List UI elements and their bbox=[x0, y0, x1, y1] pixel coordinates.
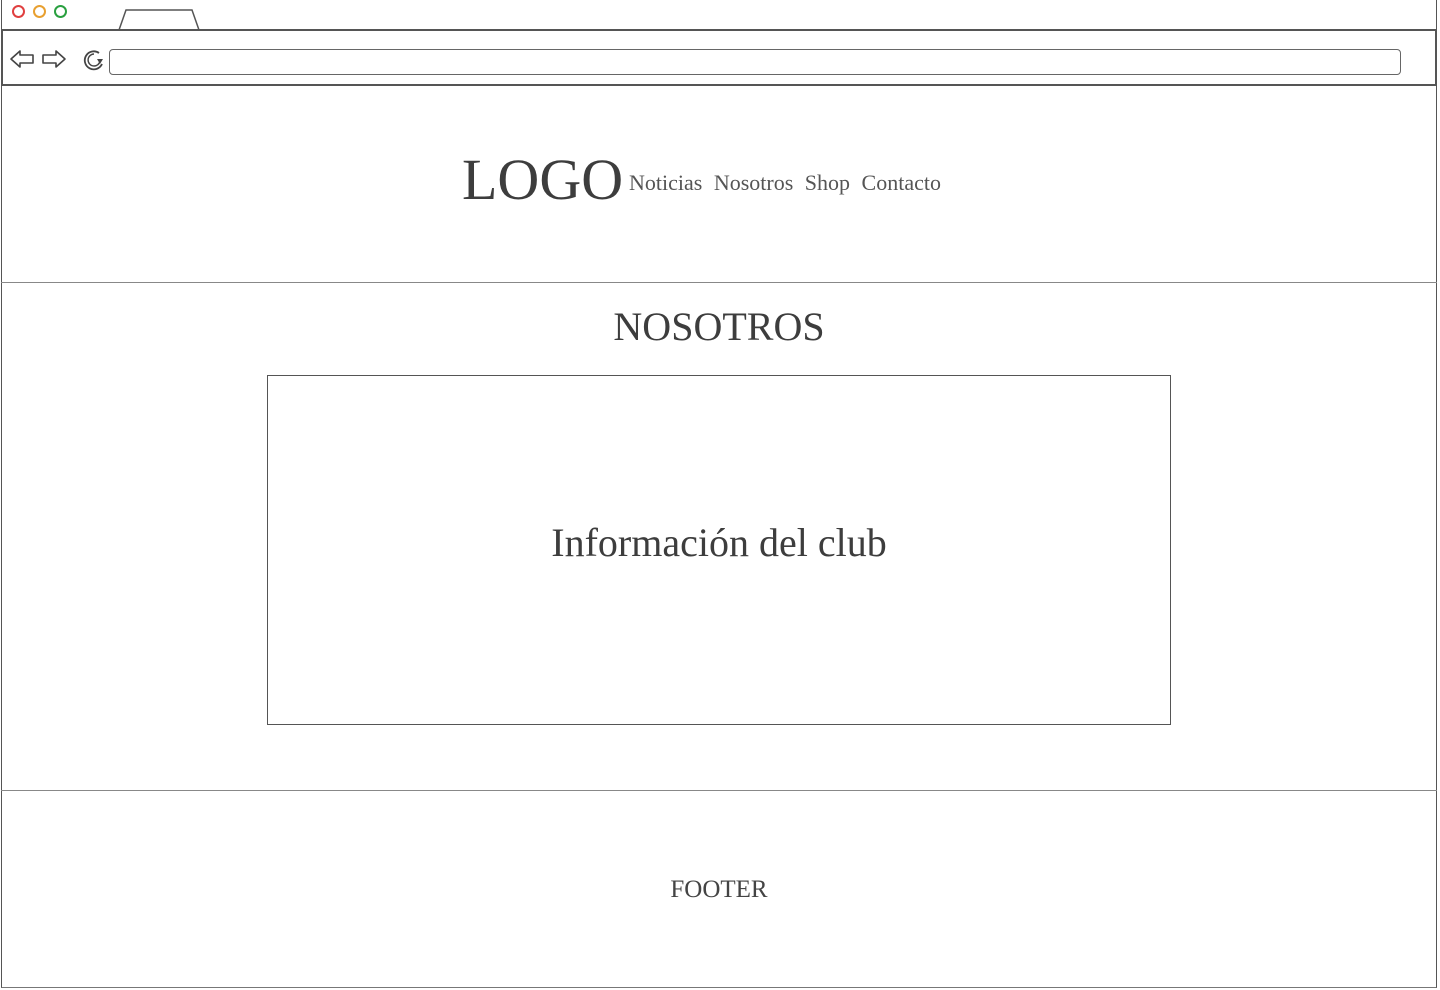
minimize-window-icon[interactable] bbox=[33, 5, 46, 18]
nav-item-nosotros[interactable]: Nosotros bbox=[714, 170, 793, 195]
nav-item-shop[interactable]: Shop bbox=[805, 170, 850, 195]
address-bar[interactable] bbox=[109, 49, 1401, 75]
site-logo[interactable]: LOGO bbox=[462, 151, 623, 209]
nav-item-noticias[interactable]: Noticias bbox=[629, 170, 702, 195]
site-footer: FOOTER bbox=[1, 791, 1437, 988]
arrow-left-icon[interactable] bbox=[9, 48, 35, 70]
maximize-window-icon[interactable] bbox=[54, 5, 67, 18]
title-bar bbox=[0, 0, 1440, 31]
browser-tab[interactable] bbox=[118, 7, 200, 31]
main-section: NOSOTROS Información del club bbox=[1, 283, 1437, 791]
browser-toolbar bbox=[1, 29, 1437, 86]
site-header: LOGO Noticias Nosotros Shop Contacto bbox=[1, 86, 1437, 283]
reload-icon[interactable] bbox=[83, 48, 107, 72]
footer-label: FOOTER bbox=[670, 876, 768, 903]
main-nav: Noticias Nosotros Shop Contacto bbox=[629, 170, 941, 196]
club-info-box: Información del club bbox=[267, 375, 1171, 725]
club-info-text: Información del club bbox=[551, 520, 887, 565]
arrow-right-icon[interactable] bbox=[41, 48, 67, 70]
nav-item-contacto[interactable]: Contacto bbox=[862, 170, 941, 195]
close-window-icon[interactable] bbox=[12, 5, 25, 18]
page-title: NOSOTROS bbox=[613, 304, 825, 349]
